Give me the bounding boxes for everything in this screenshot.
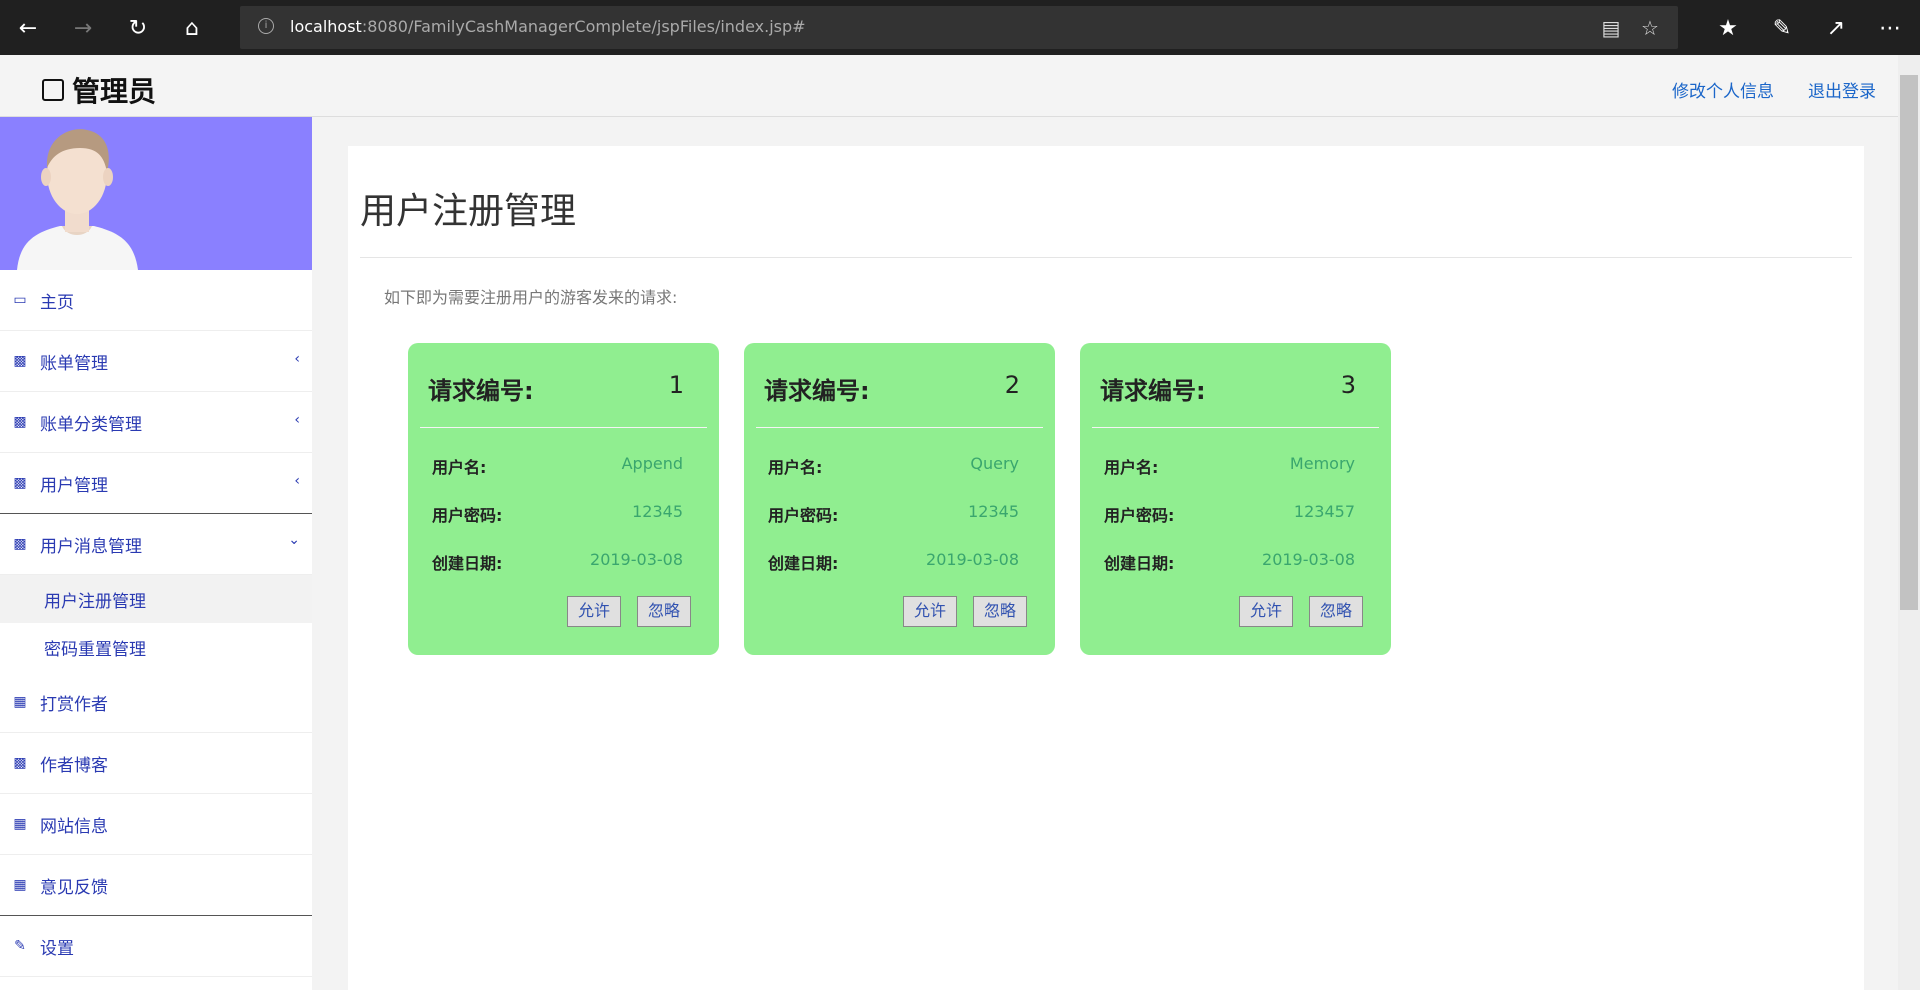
sidebar-item-site-info[interactable]: ▦ 网站信息 xyxy=(0,794,312,855)
square-icon xyxy=(42,79,64,101)
password-value: 123457 xyxy=(1293,502,1355,521)
bar-chart-icon: ▩ xyxy=(13,755,27,771)
divider xyxy=(360,257,1852,258)
sidebar-subitem-register[interactable]: 用户注册管理 xyxy=(0,575,312,623)
logout-link[interactable]: 退出登录 xyxy=(1808,77,1876,102)
username-value: Append xyxy=(621,454,683,473)
sidebar-item-user-management[interactable]: ▩ 用户管理 ‹ xyxy=(0,453,312,514)
table-icon: ▦ xyxy=(13,877,27,893)
sidebar-item-bill-category[interactable]: ▩ 账单分类管理 ‹ xyxy=(0,392,312,453)
request-no-label: 请求编号: xyxy=(764,377,870,405)
created-value: 2019-03-08 xyxy=(1262,550,1355,569)
table-icon: ▦ xyxy=(13,816,27,832)
main-panel: 用户注册管理 如下即为需要注册用户的游客发来的请求: 请求编号: 1 用户名: … xyxy=(348,146,1864,990)
username-value: Memory xyxy=(1289,454,1355,473)
password-label: 用户密码: xyxy=(1104,506,1175,525)
sitemap-icon: ▩ xyxy=(13,353,27,369)
brand: 管理员 xyxy=(42,70,156,110)
request-no-value: 3 xyxy=(1340,371,1356,399)
edit-profile-link[interactable]: 修改个人信息 xyxy=(1672,77,1774,102)
app-header: 管理员 修改个人信息 退出登录 xyxy=(0,55,1898,117)
home-icon[interactable]: ⌂ xyxy=(172,8,212,48)
pen-notes-icon[interactable]: ✎ xyxy=(1762,8,1802,48)
request-card: 请求编号: 3 用户名: Memory 用户密码: 123457 创建日期: 2… xyxy=(1080,343,1391,655)
created-label: 创建日期: xyxy=(432,554,503,573)
forward-icon[interactable]: → xyxy=(63,8,103,48)
avatar xyxy=(17,129,138,270)
created-value: 2019-03-08 xyxy=(590,550,683,569)
username-label: 用户名: xyxy=(768,458,823,477)
favorites-list-icon[interactable]: ★ xyxy=(1708,8,1748,48)
sidebar-item-bill-management[interactable]: ▩ 账单管理 ‹ xyxy=(0,331,312,392)
edit-icon: ✎ xyxy=(14,938,26,954)
divider xyxy=(756,427,1043,428)
created-value: 2019-03-08 xyxy=(926,550,1019,569)
sitemap-icon: ▩ xyxy=(13,536,27,552)
chevron-left-icon: ‹ xyxy=(294,351,300,367)
scrollbar-thumb[interactable] xyxy=(1900,75,1918,610)
sidebar: ▭ 主页 ▩ 账单管理 ‹ ▩ 账单分类管理 ‹ ▩ 用户管理 ‹ ▩ 用户消息… xyxy=(0,117,312,990)
password-value: 12345 xyxy=(632,502,683,521)
qrcode-icon: ▦ xyxy=(13,694,27,710)
ignore-button[interactable]: 忽略 xyxy=(973,596,1027,627)
back-icon[interactable]: ← xyxy=(8,8,48,48)
ignore-button[interactable]: 忽略 xyxy=(637,596,691,627)
sidebar-item-home[interactable]: ▭ 主页 xyxy=(0,270,312,331)
password-label: 用户密码: xyxy=(432,506,503,525)
chevron-left-icon: ‹ xyxy=(294,412,300,428)
created-label: 创建日期: xyxy=(1104,554,1175,573)
request-card: 请求编号: 1 用户名: Append 用户密码: 12345 创建日期: 20… xyxy=(408,343,719,655)
request-card: 请求编号: 2 用户名: Query 用户密码: 12345 创建日期: 201… xyxy=(744,343,1055,655)
divider xyxy=(1092,427,1379,428)
brand-title: 管理员 xyxy=(72,75,157,108)
sidebar-item-user-message[interactable]: ▩ 用户消息管理 ⌄ xyxy=(0,514,312,575)
username-label: 用户名: xyxy=(432,458,487,477)
allow-button[interactable]: 允许 xyxy=(903,596,957,627)
sidebar-item-feedback[interactable]: ▦ 意见反馈 xyxy=(0,855,312,916)
allow-button[interactable]: 允许 xyxy=(1239,596,1293,627)
refresh-icon[interactable]: ↻ xyxy=(118,8,158,48)
chevron-left-icon: ‹ xyxy=(294,473,300,489)
sidebar-item-donate[interactable]: ▦ 打赏作者 xyxy=(0,672,312,733)
address-bar[interactable]: i localhost:8080/FamilyCashManagerComple… xyxy=(240,6,1678,49)
favorite-star-icon[interactable]: ☆ xyxy=(1637,15,1663,41)
sitemap-icon: ▩ xyxy=(13,475,27,491)
divider xyxy=(420,427,707,428)
created-label: 创建日期: xyxy=(768,554,839,573)
chevron-down-icon: ⌄ xyxy=(288,532,300,548)
request-no-label: 请求编号: xyxy=(1100,377,1206,405)
browser-toolbar: ← → ↻ ⌂ i localhost:8080/FamilyCashManag… xyxy=(0,0,1920,55)
request-no-label: 请求编号: xyxy=(428,377,534,405)
reading-view-icon[interactable]: ▤ xyxy=(1598,15,1624,41)
request-no-value: 1 xyxy=(668,371,684,399)
ignore-button[interactable]: 忽略 xyxy=(1309,596,1363,627)
site-info-icon[interactable]: i xyxy=(258,18,274,34)
sidebar-item-blog[interactable]: ▩ 作者博客 xyxy=(0,733,312,794)
sitemap-icon: ▩ xyxy=(13,414,27,430)
page-title: 用户注册管理 xyxy=(360,191,577,232)
password-label: 用户密码: xyxy=(768,506,839,525)
sidebar-item-settings[interactable]: ✎ 设置 xyxy=(0,916,312,977)
more-menu-icon[interactable]: ⋯ xyxy=(1870,8,1910,48)
allow-button[interactable]: 允许 xyxy=(567,596,621,627)
monitor-icon: ▭ xyxy=(13,292,27,308)
username-label: 用户名: xyxy=(1104,458,1159,477)
password-value: 12345 xyxy=(968,502,1019,521)
share-icon[interactable]: ↗ xyxy=(1816,8,1856,48)
page-description: 如下即为需要注册用户的游客发来的请求: xyxy=(384,288,678,307)
username-value: Query xyxy=(970,454,1019,473)
sidebar-subitem-password-reset[interactable]: 密码重置管理 xyxy=(0,623,312,671)
url-text: localhost:8080/FamilyCashManagerComplete… xyxy=(290,17,806,36)
avatar-panel xyxy=(0,117,312,270)
request-no-value: 2 xyxy=(1004,371,1020,399)
